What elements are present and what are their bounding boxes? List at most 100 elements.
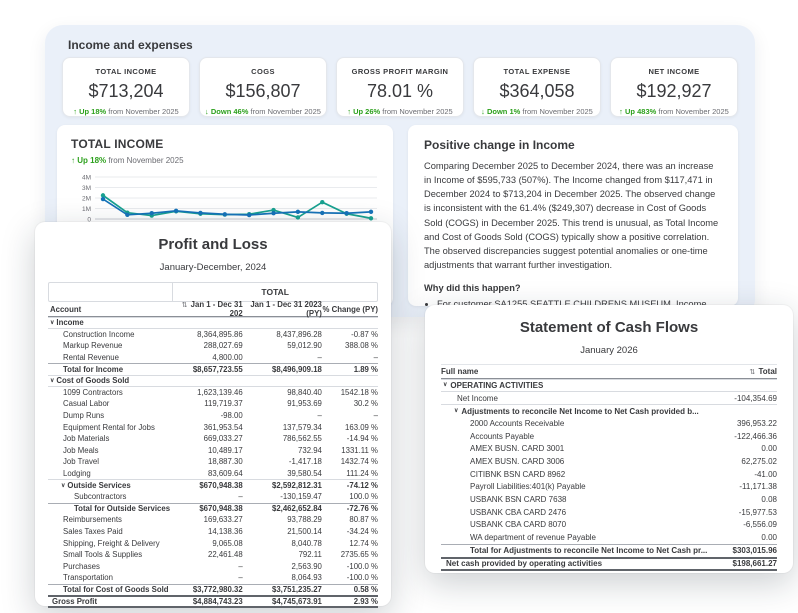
kpi-value: $364,058 bbox=[478, 81, 596, 102]
prior-year-cell: 786,562.55 bbox=[243, 434, 322, 443]
chart-title: TOTAL INCOME bbox=[71, 137, 379, 151]
line-item-label: Accounts Payable bbox=[470, 432, 534, 441]
account-column-header[interactable]: Account bbox=[48, 305, 173, 314]
table-row: Shipping, Freight & Delivery 9,065.08 8,… bbox=[48, 537, 378, 549]
table-row: Job Materials 669,033.27 786,562.55 -14.… bbox=[48, 433, 378, 445]
total-cell: -6,556.09 bbox=[743, 520, 777, 529]
kpi-delta-percent: Down 46% bbox=[211, 107, 249, 116]
prior-year-cell: $8,496,909.18 bbox=[243, 365, 322, 374]
table-row: Reimbursements 169,633.27 93,788.29 80.8… bbox=[48, 514, 378, 526]
table-row: Total for Adjustments to reconcile Net I… bbox=[441, 544, 777, 557]
table-row: Markup Revenue 288,027.69 59,012.90 388.… bbox=[48, 340, 378, 352]
line-item-label: USBANK CBA CARD 8070 bbox=[470, 520, 566, 529]
kpi-value: $713,204 bbox=[67, 81, 185, 102]
current-period-cell: $4,884,743.23 bbox=[173, 597, 242, 606]
svg-text:3M: 3M bbox=[82, 185, 91, 192]
cash-flow-rows: ∨OPERATING ACTIVITIES Net Income -104,35… bbox=[441, 379, 777, 571]
line-item-label: AMEX BUSN. CARD 3006 bbox=[470, 457, 564, 466]
cash-flow-header-row: Full name ⇅ Total bbox=[441, 364, 777, 379]
current-period-cell: 1,623,139.46 bbox=[173, 388, 242, 397]
prior-year-cell: $2,592,812.31 bbox=[243, 481, 322, 490]
total-cell: 0.08 bbox=[761, 495, 777, 504]
account-cell: Reimbursements bbox=[48, 515, 173, 524]
prior-year-cell: 98,840.40 bbox=[243, 388, 322, 397]
line-item-label: 2000 Accounts Receivable bbox=[470, 419, 564, 428]
line-item-cell: Payroll Liabilities:401(k) Payable bbox=[441, 482, 586, 491]
table-row: 2000 Accounts Receivable 396,953.22 bbox=[441, 417, 777, 430]
sort-icon[interactable]: ⇅ bbox=[749, 369, 755, 376]
account-label: Lodging bbox=[63, 469, 91, 478]
line-item-cell: AMEX BUSN. CARD 3001 bbox=[441, 444, 564, 453]
total-column-header[interactable]: ⇅ Total bbox=[749, 367, 777, 376]
kpi-delta-percent: Up 483% bbox=[625, 107, 656, 116]
table-row: USBANK CBA CARD 2476 -15,977.53 bbox=[441, 506, 777, 519]
period-column-header[interactable]: ⇅ Jan 1 - Dec 31 202 bbox=[173, 300, 242, 318]
prior-year-cell: 8,437,896.28 bbox=[243, 330, 322, 339]
prior-year-cell: -130,159.47 bbox=[243, 492, 322, 501]
svg-text:2M: 2M bbox=[82, 195, 91, 202]
percent-change-cell: 30.2 % bbox=[322, 399, 378, 408]
full-name-column-header[interactable]: Full name bbox=[441, 367, 478, 376]
table-row: ∨Outside Services $670,948.38 $2,592,812… bbox=[48, 479, 378, 491]
percent-change-cell: 1542.18 % bbox=[322, 388, 378, 397]
line-item-label: USBANK BSN CARD 7638 bbox=[470, 495, 566, 504]
kpi-card[interactable]: COGS $156,807 ↓ Down 46% from November 2… bbox=[199, 57, 327, 117]
insight-body: Comparing December 2025 to December 2024… bbox=[424, 159, 722, 272]
account-header-spacer bbox=[48, 282, 173, 302]
line-item-label: OPERATING ACTIVITIES bbox=[450, 381, 543, 390]
percent-change-cell: -0.87 % bbox=[322, 330, 378, 339]
account-label: Rental Revenue bbox=[63, 353, 119, 362]
sort-icon[interactable]: ⇅ bbox=[182, 302, 188, 309]
current-period-cell: – bbox=[173, 573, 242, 582]
prior-year-column-header[interactable]: Jan 1 - Dec 31 2023 (PY) bbox=[243, 300, 322, 318]
column-header-row: Account ⇅ Jan 1 - Dec 31 202 Jan 1 - Dec… bbox=[48, 302, 378, 317]
line-item-label: USBANK CBA CARD 2476 bbox=[470, 508, 566, 517]
total-cell: 396,953.22 bbox=[737, 419, 777, 428]
chevron-down-icon[interactable]: ∨ bbox=[50, 320, 54, 326]
kpi-value: $156,807 bbox=[204, 81, 322, 102]
percent-change-cell: – bbox=[322, 353, 378, 362]
account-label: Income bbox=[56, 318, 83, 327]
kpi-card[interactable]: TOTAL EXPENSE $364,058 ↓ Down 1% from No… bbox=[473, 57, 601, 117]
total-column-label: Total bbox=[758, 367, 777, 376]
chevron-down-icon[interactable]: ∨ bbox=[443, 382, 447, 388]
percent-change-cell: 2.93 % bbox=[322, 597, 378, 606]
account-cell: Purchases bbox=[48, 562, 173, 571]
line-item-cell: ∨Adjustments to reconcile Net Income to … bbox=[441, 407, 699, 416]
kpi-delta: ↑ Up 26% from November 2025 bbox=[341, 107, 459, 116]
trend-arrow-icon: ↓ bbox=[481, 107, 485, 116]
account-label: Small Tools & Supplies bbox=[63, 550, 142, 559]
kpi-delta: ↑ Up 18% from November 2025 bbox=[67, 107, 185, 116]
table-row: ∨Cost of Goods Sold bbox=[48, 375, 378, 387]
account-label: Sales Taxes Paid bbox=[63, 527, 123, 536]
table-row: Casual Labor 119,719.37 91,953.69 30.2 % bbox=[48, 398, 378, 410]
account-cell: 1099 Contractors bbox=[48, 388, 173, 397]
kpi-delta-period: from November 2025 bbox=[251, 107, 321, 116]
kpi-card[interactable]: TOTAL INCOME $713,204 ↑ Up 18% from Nove… bbox=[62, 57, 190, 117]
chart-delta-period: from November 2025 bbox=[108, 156, 183, 165]
change-column-header[interactable]: % Change (PY) bbox=[322, 305, 378, 314]
prior-year-cell: 91,953.69 bbox=[243, 399, 322, 408]
chevron-down-icon[interactable]: ∨ bbox=[50, 378, 54, 384]
chevron-down-icon[interactable]: ∨ bbox=[61, 483, 65, 489]
table-row: Payroll Liabilities:401(k) Payable -11,1… bbox=[441, 481, 777, 494]
kpi-card[interactable]: NET INCOME $192,927 ↑ Up 483% from Novem… bbox=[610, 57, 738, 117]
line-item-label: AMEX BUSN. CARD 3001 bbox=[470, 444, 564, 453]
table-row: Gross Profit $4,884,743.23 $4,745,673.91… bbox=[48, 595, 378, 608]
percent-change-cell: -100.0 % bbox=[322, 573, 378, 582]
account-cell: Lodging bbox=[48, 469, 173, 478]
kpi-card[interactable]: GROSS PROFIT MARGIN 78.01 % ↑ Up 26% fro… bbox=[336, 57, 464, 117]
account-cell: Construction Income bbox=[48, 330, 173, 339]
cash-flow-table: Full name ⇅ Total ∨OPERATING ACTIVITIES … bbox=[441, 364, 777, 571]
profit-loss-table: TOTAL Account ⇅ Jan 1 - Dec 31 202 Jan 1… bbox=[48, 282, 378, 608]
current-period-cell: 169,633.27 bbox=[173, 515, 242, 524]
line-item-cell: USBANK CBA CARD 8070 bbox=[441, 520, 566, 529]
chevron-down-icon[interactable]: ∨ bbox=[454, 408, 458, 414]
account-label: Total for Cost of Goods Sold bbox=[63, 585, 169, 594]
insight-why-title: Why did this happen? bbox=[424, 283, 722, 293]
current-period-cell: 10,489.17 bbox=[173, 446, 242, 455]
account-cell: ∨Income bbox=[48, 318, 173, 327]
prior-year-cell: 93,788.29 bbox=[243, 515, 322, 524]
line-item-cell: USBANK CBA CARD 2476 bbox=[441, 508, 566, 517]
line-item-label: WA department of revenue Payable bbox=[470, 533, 596, 542]
